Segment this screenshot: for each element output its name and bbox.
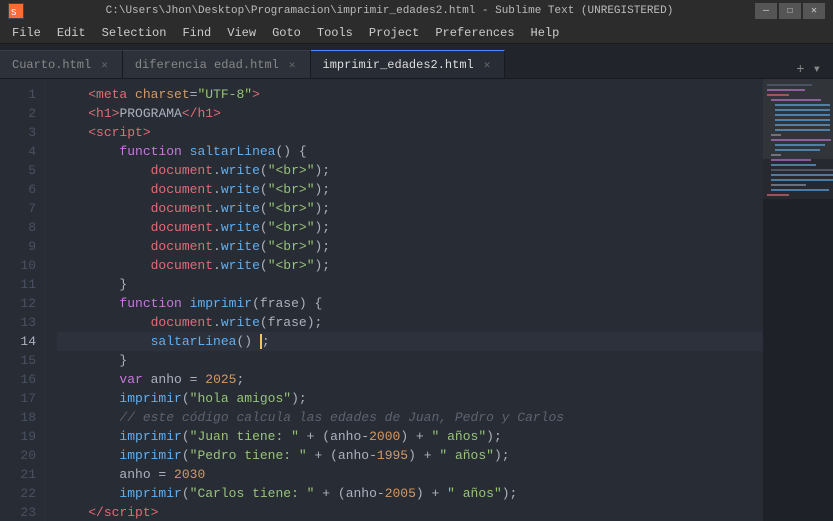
tab-bar: Cuarto.html ✕ diferencia edad.html ✕ imp… [0,44,833,79]
code-line-15: } [57,351,763,370]
code-line-18: // este código calcula las edades de Jua… [57,408,763,427]
code-line-20: imprimir("Pedro tiene: " + (anho-1995) +… [57,446,763,465]
editor[interactable]: 1 2 3 4 5 6 7 8 9 10 11 12 13 14 15 16 1… [0,79,763,521]
menu-view[interactable]: View [219,22,264,44]
code-area[interactable]: <meta charset="UTF-8"> <h1>PROGRAMA</h1>… [45,79,763,521]
line-num-18: 18 [0,408,36,427]
code-line-1: <meta charset="UTF-8"> [57,85,763,104]
maximize-button[interactable]: ☐ [779,3,801,19]
menu-help[interactable]: Help [523,22,568,44]
line-num-2: 2 [0,104,36,123]
code-line-21: anho = 2030 [57,465,763,484]
line-num-16: 16 [0,370,36,389]
code-line-3: <script> [57,123,763,142]
tab-imprimir[interactable]: imprimir_edades2.html ✕ [311,50,506,78]
code-line-16: var anho = 2025; [57,370,763,389]
code-line-19: imprimir("Juan tiene: " + (anho-2000) + … [57,427,763,446]
code-line-23: </script> [57,503,763,521]
tab-list-button[interactable]: ▾ [809,61,825,78]
tab-label-diferencia: diferencia edad.html [135,58,279,72]
menu-preferences[interactable]: Preferences [427,22,522,44]
title-bar-text: C:\Users\Jhon\Desktop\Programacion\impri… [30,5,749,17]
menu-tools[interactable]: Tools [309,22,361,44]
line-num-8: 8 [0,218,36,237]
code-line-5: document.write("<br>"); [57,161,763,180]
tab-bar-controls: + ▾ [784,61,833,78]
tab-close-imprimir[interactable]: ✕ [482,57,493,73]
new-tab-button[interactable]: + [792,62,808,78]
tab-cuarto[interactable]: Cuarto.html ✕ [0,50,123,78]
line-num-23: 23 [0,503,36,521]
minimap [763,79,833,521]
code-line-14: saltarLinea() ; [57,332,763,351]
code-line-7: document.write("<br>"); [57,199,763,218]
line-numbers: 1 2 3 4 5 6 7 8 9 10 11 12 13 14 15 16 1… [0,79,45,521]
tab-close-cuarto[interactable]: ✕ [99,57,110,73]
line-num-3: 3 [0,123,36,142]
line-num-22: 22 [0,484,36,503]
line-num-6: 6 [0,180,36,199]
line-num-15: 15 [0,351,36,370]
line-num-7: 7 [0,199,36,218]
tab-diferencia[interactable]: diferencia edad.html ✕ [123,50,311,78]
line-num-13: 13 [0,313,36,332]
minimize-button[interactable]: — [755,3,777,19]
line-num-9: 9 [0,237,36,256]
line-num-17: 17 [0,389,36,408]
close-button[interactable]: ✕ [803,3,825,19]
title-bar: S C:\Users\Jhon\Desktop\Programacion\imp… [0,0,833,22]
code-line-22: imprimir("Carlos tiene: " + (anho-2005) … [57,484,763,503]
menu-project[interactable]: Project [361,22,427,44]
line-num-11: 11 [0,275,36,294]
menu-goto[interactable]: Goto [264,22,309,44]
tab-label-cuarto: Cuarto.html [12,58,91,72]
svg-text:S: S [11,8,16,18]
code-line-17: imprimir("hola amigos"); [57,389,763,408]
line-num-19: 19 [0,427,36,446]
menu-selection[interactable]: Selection [94,22,175,44]
menu-find[interactable]: Find [174,22,219,44]
line-num-21: 21 [0,465,36,484]
menu-edit[interactable]: Edit [49,22,94,44]
code-line-2: <h1>PROGRAMA</h1> [57,104,763,123]
code-line-6: document.write("<br>"); [57,180,763,199]
minimap-svg [763,79,833,479]
code-line-8: document.write("<br>"); [57,218,763,237]
menu-file[interactable]: File [4,22,49,44]
line-num-20: 20 [0,446,36,465]
line-num-10: 10 [0,256,36,275]
code-line-4: function saltarLinea() { [57,142,763,161]
tab-nav: Cuarto.html ✕ diferencia edad.html ✕ imp… [0,44,505,78]
line-num-1: 1 [0,85,36,104]
app-icon: S [8,3,24,19]
line-num-4: 4 [0,142,36,161]
code-line-9: document.write("<br>"); [57,237,763,256]
line-num-12: 12 [0,294,36,313]
code-line-11: } [57,275,763,294]
main-content: 1 2 3 4 5 6 7 8 9 10 11 12 13 14 15 16 1… [0,79,833,521]
code-line-12: function imprimir(frase) { [57,294,763,313]
line-num-14: 14 [0,332,36,351]
title-bar-controls: — ☐ ✕ [755,3,825,19]
tab-label-imprimir: imprimir_edades2.html [323,58,474,72]
menu-bar: File Edit Selection Find View Goto Tools… [0,22,833,44]
code-line-10: document.write("<br>"); [57,256,763,275]
code-line-13: document.write(frase); [57,313,763,332]
tab-close-diferencia[interactable]: ✕ [287,57,298,73]
line-num-5: 5 [0,161,36,180]
